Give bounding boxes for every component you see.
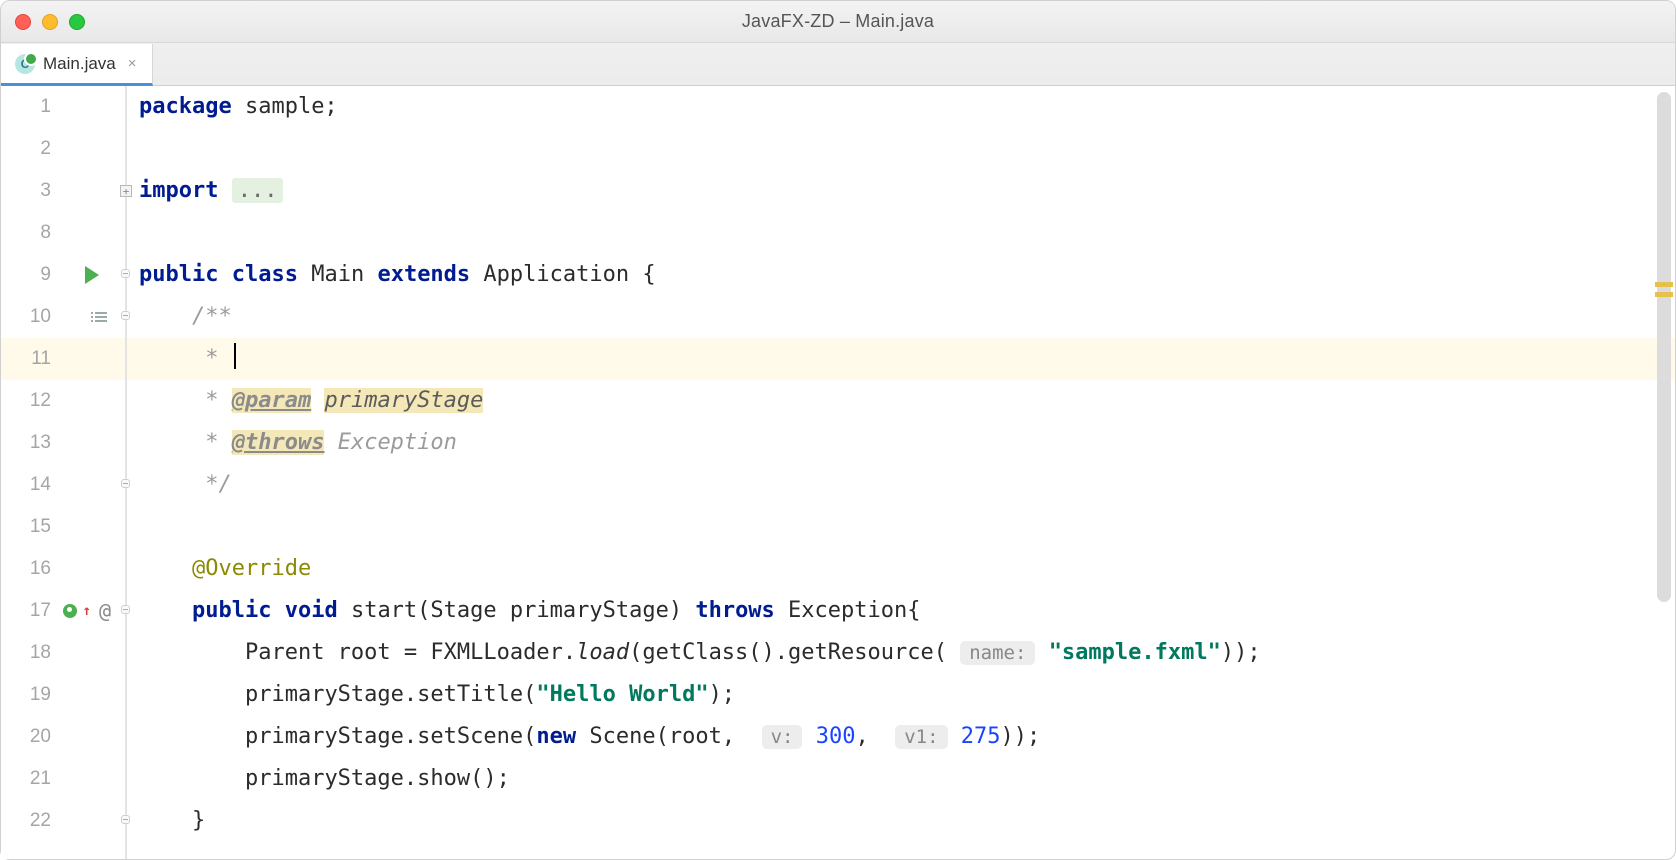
code-line — [127, 212, 1675, 254]
code-line: public void start(Stage primaryStage) th… — [127, 590, 1675, 632]
tab-label: Main.java — [43, 54, 116, 74]
code-line — [127, 506, 1675, 548]
code-line: * @throws Exception — [127, 422, 1675, 464]
line-number: 13 — [1, 422, 51, 464]
folded-region[interactable]: ... — [232, 178, 284, 203]
error-stripe-marker[interactable] — [1655, 282, 1673, 287]
line-number: 14 — [1, 464, 51, 506]
tab-main-java[interactable]: C Main.java × — [1, 44, 153, 86]
code-line: public class Main extends Application { — [127, 254, 1675, 296]
line-number: 15 — [1, 506, 51, 548]
indent-guides-icon — [95, 312, 107, 322]
text-caret — [234, 343, 236, 369]
code-line: package sample; — [127, 86, 1675, 128]
code-line: * @param primaryStage — [127, 380, 1675, 422]
line-number: 20 — [1, 716, 51, 758]
up-arrow-icon: ↑ — [83, 590, 91, 632]
line-number: 3 — [1, 170, 51, 212]
param-hint: name: — [960, 641, 1035, 665]
scrollbar[interactable] — [1655, 86, 1673, 859]
titlebar: JavaFX-ZD – Main.java — [1, 1, 1675, 43]
line-number: 21 — [1, 758, 51, 800]
line-number: 19 — [1, 674, 51, 716]
code-line: */ — [127, 464, 1675, 506]
java-class-icon: C — [15, 54, 35, 74]
line-number: 8 — [1, 212, 51, 254]
line-number: 11 — [1, 338, 51, 380]
editor: 1 2 3+ 8 9 10 11 12 13 14 15 16 17↑@ 18 … — [1, 86, 1675, 859]
code-line: /** — [127, 296, 1675, 338]
code-line: * — [127, 338, 1675, 380]
code-line: primaryStage.show(); — [127, 758, 1675, 800]
code-line — [127, 128, 1675, 170]
code-line: } — [127, 800, 1675, 842]
error-stripe-marker[interactable] — [1655, 292, 1673, 297]
param-hint: v: — [762, 725, 803, 749]
window-title: JavaFX-ZD – Main.java — [1, 11, 1675, 32]
gutter[interactable]: 1 2 3+ 8 9 10 11 12 13 14 15 16 17↑@ 18 … — [1, 86, 127, 859]
line-number: 18 — [1, 632, 51, 674]
param-hint: v1: — [895, 725, 947, 749]
line-number: 10 — [1, 296, 51, 338]
line-number: 16 — [1, 548, 51, 590]
code-line: primaryStage.setTitle("Hello World"); — [127, 674, 1675, 716]
line-number: 9 — [1, 254, 51, 296]
line-number: 17 — [1, 590, 51, 632]
code-line: import ... — [127, 170, 1675, 212]
line-number: 12 — [1, 380, 51, 422]
line-number: 1 — [1, 86, 51, 128]
code-line: @Override — [127, 548, 1675, 590]
at-icon: @ — [99, 590, 111, 632]
code-line: primaryStage.setScene(new Scene(root, v:… — [127, 716, 1675, 758]
code-area[interactable]: package sample; import ... public class … — [127, 86, 1675, 859]
run-icon[interactable] — [85, 266, 99, 284]
line-number: 2 — [1, 128, 51, 170]
tab-bar: C Main.java × — [1, 43, 1675, 86]
code-line: Parent root = FXMLLoader.load(getClass()… — [127, 632, 1675, 674]
close-tab-icon[interactable]: × — [128, 55, 137, 72]
scrollbar-thumb[interactable] — [1657, 92, 1671, 602]
override-icon[interactable] — [63, 604, 77, 618]
line-number: 22 — [1, 800, 51, 842]
